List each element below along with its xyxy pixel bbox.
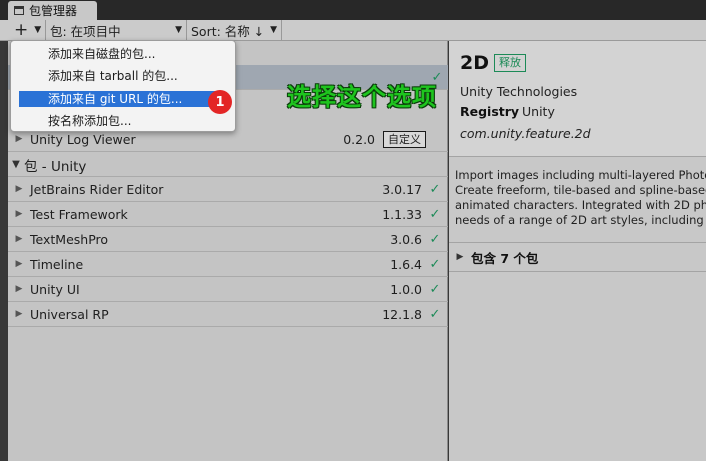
package-version: 1.0.0: [390, 281, 422, 297]
installed-check-icon: ✓: [429, 306, 441, 322]
package-version: 3.0.6: [390, 231, 422, 247]
contains-label: 包含 7 个包: [471, 250, 539, 266]
package-name: Timeline: [30, 256, 84, 272]
package-row-unity-ui[interactable]: ▶ Unity UI 1.0.0 ✓: [8, 277, 448, 302]
package-version: 1.6.4: [390, 256, 422, 272]
package-row-textmeshpro[interactable]: ▶ TextMeshPro 3.0.6 ✓: [8, 227, 448, 252]
installed-check-icon: ✓: [429, 231, 441, 247]
expand-arrow-icon: ▶: [15, 134, 23, 144]
tab-title: 包管理器: [29, 4, 78, 18]
package-name: Unity UI: [30, 281, 80, 297]
scope-label: 包: 在项目中: [50, 23, 121, 39]
expand-arrow-icon: ▶: [15, 259, 23, 269]
package-version: 3.0.17: [382, 181, 422, 197]
expand-arrow-icon: ▶: [15, 284, 23, 294]
plus-icon: +: [14, 19, 29, 40]
scope-dropdown[interactable]: 包: 在项目中 ▼: [47, 20, 187, 40]
chevron-down-icon: ▼: [175, 25, 182, 35]
custom-tag: 自定义: [383, 130, 426, 148]
package-title: 2D: [460, 52, 489, 74]
annotation-text: 选择这个选项: [287, 82, 437, 111]
menu-item-add-from-tarball[interactable]: 添加来自 tarball 的包...: [19, 68, 223, 84]
package-version: 1.1.33: [382, 206, 422, 222]
sort-dropdown[interactable]: Sort: 名称 ↓ ▼: [188, 20, 282, 40]
package-name: Universal RP: [30, 306, 109, 322]
package-row-timeline[interactable]: ▶ Timeline 1.6.4 ✓: [8, 252, 448, 277]
package-version: 12.1.8: [382, 306, 422, 322]
menu-item-add-from-disk[interactable]: 添加来自磁盘的包...: [19, 46, 223, 62]
toolbar: + ▼ 包: 在项目中 ▼ Sort: 名称 ↓ ▼: [0, 20, 706, 41]
package-row-jetbrains-rider-editor[interactable]: ▶ JetBrains Rider Editor 3.0.17 ✓: [8, 177, 448, 202]
package-id: com.unity.feature.2d: [460, 126, 591, 141]
window-tab-bar: 包管理器: [0, 0, 706, 20]
step-number-badge: 1: [208, 90, 232, 114]
description-line: Import images including multi-layered Ph…: [455, 168, 706, 182]
package-name: Unity Log Viewer: [30, 131, 136, 147]
details-header: 2D 释放 Unity Technologies Registry Unity …: [449, 41, 706, 157]
chevron-down-icon: ▼: [270, 25, 277, 35]
contains-packages-foldout[interactable]: ▶ 包含 7 个包: [449, 242, 706, 272]
sort-label: Sort: 名称 ↓: [191, 23, 265, 39]
registry-value: Unity: [522, 104, 555, 119]
tab-package-manager[interactable]: 包管理器: [8, 1, 97, 20]
package-name: Test Framework: [30, 206, 128, 222]
description-line: animated characters. Integrated with 2D …: [455, 198, 706, 212]
installed-check-icon: ✓: [429, 206, 441, 222]
menu-item-add-from-git-url[interactable]: 添加来自 git URL 的包...: [19, 91, 223, 107]
add-package-button[interactable]: + ▼: [8, 20, 46, 40]
expand-arrow-icon: ▶: [15, 234, 23, 244]
group-header-unity[interactable]: ▼ 包 - Unity: [8, 153, 448, 177]
window-icon: [14, 6, 24, 15]
package-version: 0.2.0: [343, 131, 375, 147]
package-row-test-framework[interactable]: ▶ Test Framework 1.1.33 ✓: [8, 202, 448, 227]
package-author[interactable]: Unity Technologies: [460, 84, 577, 99]
expand-arrow-icon: ▶: [15, 184, 23, 194]
installed-check-icon: ✓: [429, 181, 441, 197]
registry-label: Registry: [460, 104, 520, 119]
add-package-menu: 添加来自磁盘的包... 添加来自 tarball 的包... 添加来自 git …: [10, 40, 236, 132]
expand-arrow-icon: ▶: [15, 309, 23, 319]
chevron-down-icon: ▼: [34, 25, 42, 35]
description-line: Create freeform, tile-based and spline-b…: [455, 183, 706, 197]
release-badge: 释放: [494, 54, 526, 72]
description-line: needs of a range of 2D art styles, inclu…: [455, 213, 706, 227]
expand-arrow-icon: ▶: [15, 209, 23, 219]
package-name: TextMeshPro: [30, 231, 109, 247]
package-name: JetBrains Rider Editor: [30, 181, 164, 197]
installed-check-icon: ✓: [429, 281, 441, 297]
menu-item-add-by-name[interactable]: 按名称添加包...: [19, 113, 223, 129]
collapse-arrow-icon: ▼: [12, 159, 20, 170]
installed-check-icon: ✓: [429, 256, 441, 272]
package-row-universal-rp[interactable]: ▶ Universal RP 12.1.8 ✓: [8, 302, 448, 327]
expand-arrow-icon: ▶: [456, 252, 464, 262]
group-title: 包 - Unity: [24, 158, 87, 175]
package-details: 2D 释放 Unity Technologies Registry Unity …: [449, 41, 706, 461]
package-description: Import images including multi-layered Ph…: [455, 168, 706, 228]
